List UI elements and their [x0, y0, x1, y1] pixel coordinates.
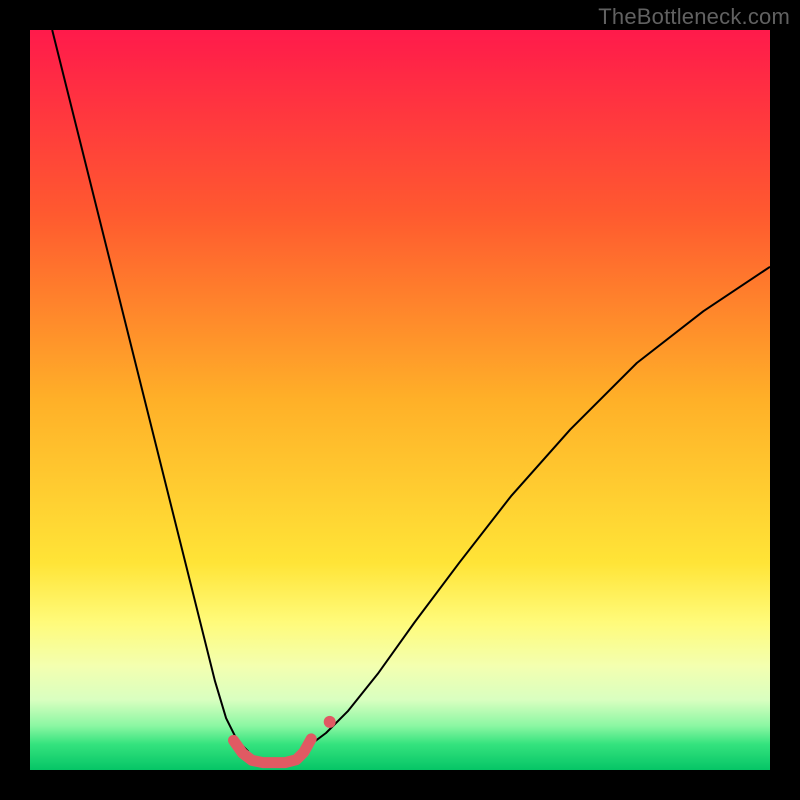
plot-area — [30, 30, 770, 770]
gradient-background — [30, 30, 770, 770]
frame: TheBottleneck.com — [0, 0, 800, 800]
chart-svg — [30, 30, 770, 770]
series-right-dot — [324, 716, 336, 728]
watermark-text: TheBottleneck.com — [598, 4, 790, 30]
